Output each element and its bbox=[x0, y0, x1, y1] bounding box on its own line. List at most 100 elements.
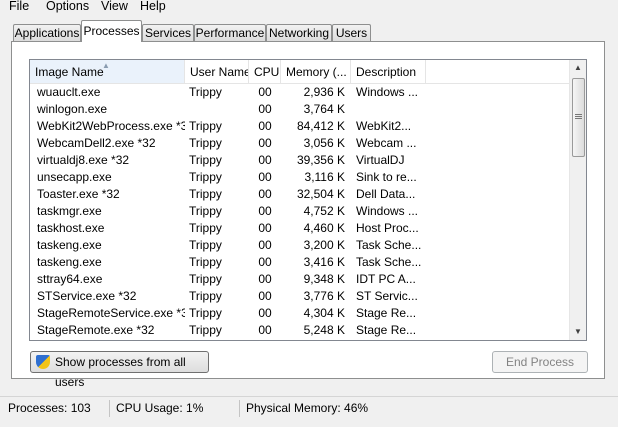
cell-image-name: StageRemote.exe *32 bbox=[37, 323, 155, 337]
thumb-grip bbox=[575, 114, 582, 115]
cell-user-name: Trippy bbox=[189, 238, 222, 252]
cell-memory: 4,752 K bbox=[303, 204, 345, 218]
menu-options[interactable]: Options bbox=[46, 0, 89, 14]
cell-image-name: StageRemoteService.exe *32 bbox=[37, 306, 185, 320]
cell-image-name: winlogon.exe bbox=[37, 102, 108, 116]
thumb-grip bbox=[575, 118, 582, 119]
cell-cpu: 00 bbox=[258, 153, 272, 167]
cell-user-name: Trippy bbox=[189, 153, 222, 167]
table-row[interactable]: taskeng.exe Trippy 00 3,200 K Task Sche... bbox=[30, 237, 571, 254]
cell-cpu: 00 bbox=[258, 221, 272, 235]
status-processes: Processes: 103 bbox=[8, 401, 91, 415]
tab-networking[interactable]: Networking bbox=[266, 24, 332, 41]
table-row[interactable]: STService.exe *32 Trippy 00 3,776 K ST Servi… bbox=[30, 288, 571, 305]
table-row[interactable]: WebcamDell2.exe *32 Trippy 00 3,056 K Webcam… bbox=[30, 135, 571, 152]
menu-help[interactable]: Help bbox=[140, 0, 166, 14]
process-rows: wuauclt.exe Trippy 00 2,936 K Windows ... win… bbox=[30, 84, 571, 339]
cell-cpu: 00 bbox=[258, 85, 272, 99]
cell-description: Stage Re... bbox=[356, 306, 417, 320]
cell-memory: 4,460 K bbox=[303, 221, 345, 235]
cell-image-name: taskeng.exe bbox=[37, 238, 102, 252]
cell-cpu: 00 bbox=[258, 238, 272, 252]
cell-image-name: virtualdj8.exe *32 bbox=[37, 153, 130, 167]
cell-description: Host Proc... bbox=[356, 221, 419, 235]
thumb-grip bbox=[575, 116, 582, 117]
column-header-cpu[interactable]: CPU bbox=[249, 60, 281, 83]
cell-cpu: 00 bbox=[258, 272, 272, 286]
column-header-label: Image Name bbox=[35, 65, 104, 79]
cell-cpu: 00 bbox=[258, 119, 272, 133]
column-header-description[interactable]: Description bbox=[351, 60, 426, 83]
end-process-button[interactable]: End Process bbox=[492, 351, 588, 373]
cell-cpu: 00 bbox=[258, 136, 272, 150]
cell-memory: 9,348 K bbox=[303, 272, 345, 286]
table-row[interactable]: taskmgr.exe Trippy 00 4,752 K Windows ... bbox=[30, 203, 571, 220]
cell-user-name: Trippy bbox=[189, 85, 222, 99]
cell-memory: 39,356 K bbox=[296, 153, 345, 167]
cell-memory: 84,412 K bbox=[296, 119, 345, 133]
cell-cpu: 00 bbox=[258, 255, 272, 269]
status-divider bbox=[109, 400, 110, 417]
cell-user-name: Trippy bbox=[189, 187, 222, 201]
cell-user-name bbox=[189, 101, 249, 118]
menu-bar: File Options View Help bbox=[0, 0, 618, 16]
table-row[interactable]: StageRemote.exe *32 Trippy 00 5,248 K Stage … bbox=[30, 322, 571, 339]
column-header-memory[interactable]: Memory (... bbox=[281, 60, 351, 83]
scrollbar-thumb[interactable] bbox=[572, 78, 585, 157]
scroll-up-icon[interactable]: ▲ bbox=[570, 60, 586, 76]
cell-cpu: 00 bbox=[258, 102, 272, 116]
table-row[interactable]: winlogon.exe 00 3,764 K bbox=[30, 101, 571, 118]
cell-user-name: Trippy bbox=[189, 272, 222, 286]
column-header-image-name[interactable]: ▲ Image Name bbox=[30, 60, 185, 83]
table-row[interactable]: Toaster.exe *32 Trippy 00 32,504 K Dell Data… bbox=[30, 186, 571, 203]
cell-description: Sink to re... bbox=[356, 170, 417, 184]
cell-description: Task Sche... bbox=[356, 255, 422, 269]
status-bar: Processes: 103 CPU Usage: 1% Physical Me… bbox=[0, 396, 618, 427]
cell-user-name: Trippy bbox=[189, 289, 222, 303]
cell-description: Task Sche... bbox=[356, 238, 422, 252]
table-row[interactable]: WebKit2WebProcess.exe *32 Trippy 00 84,412 … bbox=[30, 118, 571, 135]
tab-applications[interactable]: Applications bbox=[13, 24, 81, 41]
cell-description bbox=[356, 101, 422, 118]
cell-description: Windows ... bbox=[356, 85, 419, 99]
process-list[interactable]: ▲ Image Name User Name CPU Memory (... D… bbox=[29, 59, 587, 341]
cell-description: VirtualDJ bbox=[356, 153, 405, 167]
status-cpu-usage: CPU Usage: 1% bbox=[116, 401, 204, 415]
tab-users[interactable]: Users bbox=[332, 24, 371, 41]
menu-file[interactable]: File bbox=[9, 0, 29, 14]
cell-user-name: Trippy bbox=[189, 204, 222, 218]
status-physical-memory: Physical Memory: 46% bbox=[246, 401, 369, 415]
cell-description: Stage Re... bbox=[356, 323, 417, 337]
cell-memory: 3,056 K bbox=[303, 136, 345, 150]
table-row[interactable]: taskeng.exe Trippy 00 3,416 K Task Sche... bbox=[30, 254, 571, 271]
cell-image-name: unsecapp.exe bbox=[37, 170, 112, 184]
table-row[interactable]: StageRemoteService.exe *32 Trippy 00 4,304 … bbox=[30, 305, 571, 322]
table-row[interactable]: unsecapp.exe Trippy 00 3,116 K Sink to re... bbox=[30, 169, 571, 186]
cell-memory: 3,116 K bbox=[304, 170, 345, 184]
cell-description: Dell Data... bbox=[356, 187, 416, 201]
cell-user-name: Trippy bbox=[189, 136, 222, 150]
cell-description: WebKit2... bbox=[356, 119, 412, 133]
table-row[interactable]: taskhost.exe Trippy 00 4,460 K Host Proc... bbox=[30, 220, 571, 237]
cell-cpu: 00 bbox=[258, 170, 272, 184]
show-all-processes-button[interactable]: Show processes from all users bbox=[30, 351, 209, 389]
table-row[interactable]: virtualdj8.exe *32 Trippy 00 39,356 K Virtua… bbox=[30, 152, 571, 169]
cell-user-name: Trippy bbox=[189, 170, 222, 184]
tab-processes[interactable]: Processes bbox=[81, 20, 142, 42]
vertical-scrollbar[interactable]: ▲ ▼ bbox=[569, 60, 586, 340]
cell-memory: 3,776 K bbox=[303, 289, 345, 303]
list-header: ▲ Image Name User Name CPU Memory (... D… bbox=[30, 60, 571, 84]
table-row[interactable]: wuauclt.exe Trippy 00 2,936 K Windows ... bbox=[30, 84, 571, 101]
cell-memory: 3,416 K bbox=[303, 255, 345, 269]
cell-description: IDT PC A... bbox=[356, 272, 416, 286]
show-all-processes-label: Show processes from all users bbox=[55, 355, 186, 389]
cell-memory: 3,764 K bbox=[303, 102, 345, 116]
cell-cpu: 00 bbox=[258, 204, 272, 218]
table-row[interactable]: sttray64.exe Trippy 00 9,348 K IDT PC A... bbox=[30, 271, 571, 288]
tab-services[interactable]: Services bbox=[142, 24, 194, 41]
tab-performance[interactable]: Performance bbox=[194, 24, 266, 41]
column-header-user-name[interactable]: User Name bbox=[185, 60, 249, 83]
cell-user-name: Trippy bbox=[189, 323, 222, 337]
menu-view[interactable]: View bbox=[101, 0, 128, 14]
scroll-down-icon[interactable]: ▼ bbox=[570, 324, 586, 340]
